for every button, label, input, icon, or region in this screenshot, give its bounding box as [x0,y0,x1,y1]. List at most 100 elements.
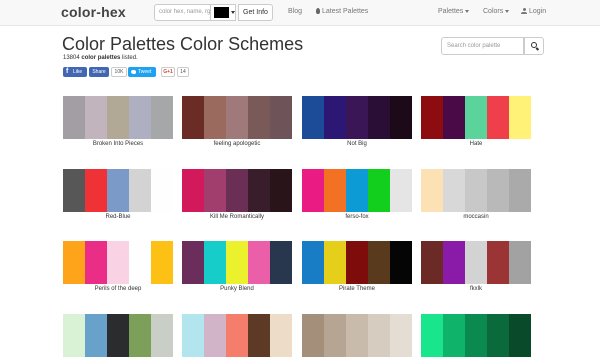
palette-swatches[interactable] [302,96,412,139]
color-swatch[interactable] [63,314,85,357]
palette-swatches[interactable] [63,169,173,212]
color-swatch[interactable] [63,241,85,284]
color-swatch[interactable] [390,314,412,357]
color-swatch[interactable] [302,96,324,139]
color-swatch[interactable] [248,241,270,284]
color-swatch[interactable] [421,314,443,357]
color-swatch[interactable] [421,241,443,284]
color-swatch[interactable] [302,314,324,357]
color-swatch[interactable] [465,314,487,357]
brand-logo[interactable]: color-hex [61,4,126,20]
palette-swatches[interactable] [182,314,292,357]
color-swatch[interactable] [270,314,292,357]
palette-card[interactable]: Perils of the deep [63,241,173,292]
palette-card[interactable]: Pirate Theme [302,241,412,292]
color-swatch[interactable] [151,169,173,212]
nav-blog-link[interactable]: Blog [288,8,302,15]
palette-swatches[interactable] [421,169,531,212]
color-swatch[interactable] [226,314,248,357]
color-swatch[interactable] [487,241,509,284]
palette-swatches[interactable] [182,96,292,139]
get-info-button[interactable]: Get Info [238,4,273,21]
color-swatch[interactable] [465,169,487,212]
palette-swatches[interactable] [182,169,292,212]
palette-card[interactable]: ferso-fox [302,169,412,220]
color-swatch[interactable] [421,169,443,212]
color-swatch[interactable] [107,314,129,357]
color-swatch[interactable] [129,96,151,139]
color-swatch[interactable] [324,241,346,284]
color-swatch[interactable] [487,169,509,212]
color-swatch[interactable] [390,169,412,212]
google-plus-button[interactable]: G+1 [161,67,175,77]
palette-name-link[interactable]: Perils of the deep [63,286,173,292]
palette-card[interactable] [421,314,531,357]
color-swatch[interactable] [85,314,107,357]
color-swatch[interactable] [390,241,412,284]
color-swatch[interactable] [204,314,226,357]
palette-swatches[interactable] [421,241,531,284]
color-swatch[interactable] [324,169,346,212]
color-swatch[interactable] [346,241,368,284]
palette-name-link[interactable]: Red-Blue [63,214,173,220]
palette-name-link[interactable]: feeling apologetic [182,141,292,147]
palette-card[interactable] [302,314,412,357]
color-swatch[interactable] [368,169,390,212]
color-swatch[interactable] [509,314,531,357]
color-swatch[interactable] [270,241,292,284]
color-swatch[interactable] [324,314,346,357]
palette-name-link[interactable]: ferso-fox [302,214,412,220]
palette-card[interactable]: feeling apologetic [182,96,292,147]
palette-name-link[interactable]: Broken Into Pieces [63,141,173,147]
palette-swatches[interactable] [302,169,412,212]
nav-palettes-dropdown[interactable]: Palettes [438,8,470,15]
palette-name-link[interactable]: moccasin [421,214,531,220]
palette-card[interactable]: moccasin [421,169,531,220]
nav-login-link[interactable]: Login [521,8,546,15]
palette-swatches[interactable] [63,314,173,357]
palette-swatches[interactable] [302,314,412,357]
color-swatch[interactable] [509,169,531,212]
color-swatch[interactable] [390,96,412,139]
color-swatch[interactable] [129,241,151,284]
color-swatch[interactable] [226,96,248,139]
color-swatch[interactable] [421,96,443,139]
palette-search-input[interactable]: Search color palette [441,37,524,55]
palette-swatches[interactable] [421,96,531,139]
color-swatch[interactable] [107,241,129,284]
palette-swatches[interactable] [421,314,531,357]
color-swatch[interactable] [226,169,248,212]
palette-name-link[interactable]: Pirate Theme [302,286,412,292]
color-swatch[interactable] [248,96,270,139]
color-swatch[interactable] [368,96,390,139]
color-swatch[interactable] [85,241,107,284]
palette-card[interactable]: Hate [421,96,531,147]
color-swatch[interactable] [182,96,204,139]
palette-name-link[interactable]: fkxlk [421,286,531,292]
color-swatch[interactable] [302,169,324,212]
palette-card[interactable]: Not Big [302,96,412,147]
color-swatch[interactable] [509,96,531,139]
facebook-like-button[interactable]: Like [63,67,87,77]
color-swatch[interactable] [324,96,346,139]
color-swatch[interactable] [107,169,129,212]
color-swatch[interactable] [248,169,270,212]
color-swatch[interactable] [107,96,129,139]
color-swatch[interactable] [465,241,487,284]
palette-card[interactable] [63,314,173,357]
palette-card[interactable]: fkxlk [421,241,531,292]
color-swatch[interactable] [85,169,107,212]
palette-swatches[interactable] [63,241,173,284]
color-swatch[interactable] [85,96,107,139]
color-swatch[interactable] [182,314,204,357]
palette-name-link[interactable]: Hate [421,141,531,147]
palette-swatches[interactable] [302,241,412,284]
color-swatch[interactable] [204,96,226,139]
color-swatch[interactable] [129,169,151,212]
palette-name-link[interactable]: Not Big [302,141,412,147]
palette-card[interactable] [182,314,292,357]
nav-colors-dropdown[interactable]: Colors [483,8,510,15]
color-swatch[interactable] [346,314,368,357]
color-swatch[interactable] [129,314,151,357]
color-swatch[interactable] [63,169,85,212]
